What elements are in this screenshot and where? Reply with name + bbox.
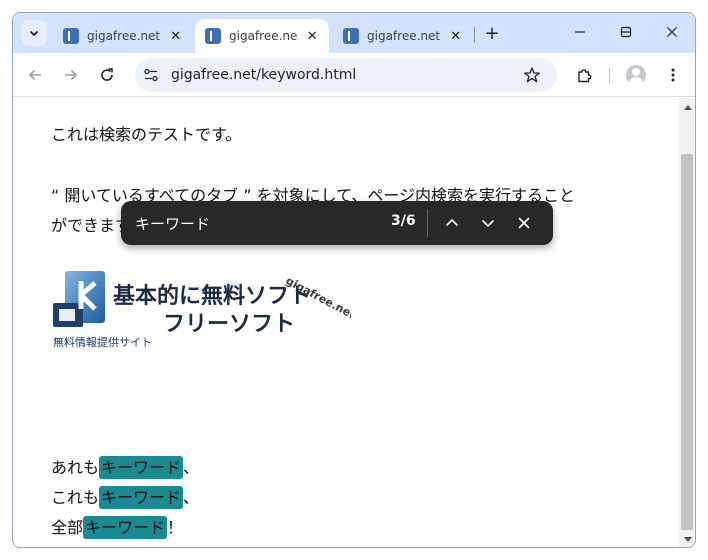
chevron-down-icon: [29, 30, 39, 37]
extensions-button[interactable]: [571, 61, 599, 89]
find-separator: [427, 209, 428, 237]
scrollbar-thumb[interactable]: [681, 154, 693, 530]
result-suffix: ！: [167, 518, 184, 537]
minimize-control[interactable]: [557, 13, 603, 51]
tab-1[interactable]: gigafree.net/keyword.html ✕: [53, 19, 193, 53]
page-content: これは検索のテストです。 “ 開いているすべてのタブ ” を対象にして、ページ内…: [13, 98, 679, 547]
browser-window: gigafree.net/keyword.html ✕ gigafree.net…: [12, 12, 696, 548]
maximize-control[interactable]: [603, 13, 649, 51]
tab-search-button[interactable]: [21, 20, 47, 46]
back-button[interactable]: [21, 61, 49, 89]
result-suffix: 、: [183, 458, 200, 477]
tab-3[interactable]: gigafree.net/keyword.html ✕: [333, 19, 473, 53]
minimize-icon: [575, 31, 585, 33]
find-query-input[interactable]: キーワード: [135, 213, 210, 234]
search-match-highlight: キーワード: [99, 456, 184, 479]
arrow-left-icon: [28, 69, 41, 81]
more-vertical-icon: [671, 68, 675, 82]
chevron-up-icon: [445, 218, 459, 227]
tab-title: gigafree.net/keyword.html: [87, 29, 161, 43]
logo-graphic: 基本的に無料ソフト フリーソフト gigafree.net: [53, 271, 358, 337]
new-tab-button[interactable]: +: [480, 21, 504, 45]
tab-close-icon[interactable]: ✕: [305, 28, 319, 44]
star-icon: [524, 67, 540, 83]
result-line-2: これも キーワード、: [51, 484, 200, 509]
site-favicon-icon: [343, 28, 359, 44]
address-bar[interactable]: gigafree.net/keyword.html: [135, 58, 557, 92]
tab-separator: [474, 27, 475, 43]
result-line-1: あれも キーワード、: [51, 454, 200, 479]
site-settings-icon[interactable]: [143, 67, 159, 83]
result-prefix: あれも: [51, 458, 100, 477]
find-close-button[interactable]: [513, 212, 535, 234]
site-favicon-icon: [63, 28, 79, 44]
browser-toolbar: gigafree.net/keyword.html: [13, 53, 695, 97]
intro-text: これは検索のテストです。: [51, 125, 242, 144]
chevron-down-icon: [481, 219, 495, 228]
tab-title: gigafree.net/keyword.html: [367, 29, 441, 43]
site-favicon-icon: [205, 28, 221, 44]
tab-2-active[interactable]: gigafree.net/keyword.html ✕: [195, 19, 329, 53]
toolbar-divider: [609, 68, 610, 84]
find-previous-button[interactable]: [441, 212, 463, 234]
forward-button[interactable]: [57, 61, 85, 89]
result-prefix: 全部: [51, 518, 84, 537]
search-match-highlight: キーワード: [83, 516, 168, 539]
find-bar: キーワード 3/6: [121, 201, 553, 245]
result-prefix: これも: [51, 488, 100, 507]
vertical-scrollbar[interactable]: [679, 98, 695, 547]
tab-close-icon[interactable]: ✕: [168, 28, 183, 44]
close-window-control[interactable]: [649, 13, 695, 51]
tab-close-icon[interactable]: ✕: [448, 28, 463, 44]
close-icon: [667, 27, 677, 37]
find-next-button[interactable]: [477, 212, 499, 234]
puzzle-icon: [578, 69, 592, 83]
reload-icon: [101, 68, 113, 81]
logo-main-text: 基本的に無料ソフト: [113, 283, 311, 309]
profile-avatar-icon[interactable]: [626, 65, 646, 85]
arrow-right-icon: [65, 69, 78, 81]
maximize-icon: [620, 26, 632, 38]
reload-button[interactable]: [93, 61, 121, 89]
description-line-2: ができます: [51, 216, 132, 235]
logo-tagline: 無料情報提供サイト: [53, 336, 152, 349]
tab-title: gigafree.net/keyword.html: [229, 29, 298, 43]
result-suffix: 、: [183, 488, 200, 507]
scroll-down-arrow-icon[interactable]: [684, 537, 692, 542]
bookmark-star-button[interactable]: [521, 64, 543, 86]
logo-subtitle-text: フリーソフト: [163, 312, 295, 337]
address-url: gigafree.net/keyword.html: [171, 67, 357, 83]
find-match-count: 3/6: [391, 213, 416, 229]
close-icon: [518, 217, 530, 229]
scroll-up-arrow-icon[interactable]: [684, 105, 692, 110]
menu-button[interactable]: [659, 61, 687, 89]
search-match-highlight: キーワード: [99, 486, 184, 509]
result-line-3: 全部 キーワード！: [51, 514, 184, 539]
